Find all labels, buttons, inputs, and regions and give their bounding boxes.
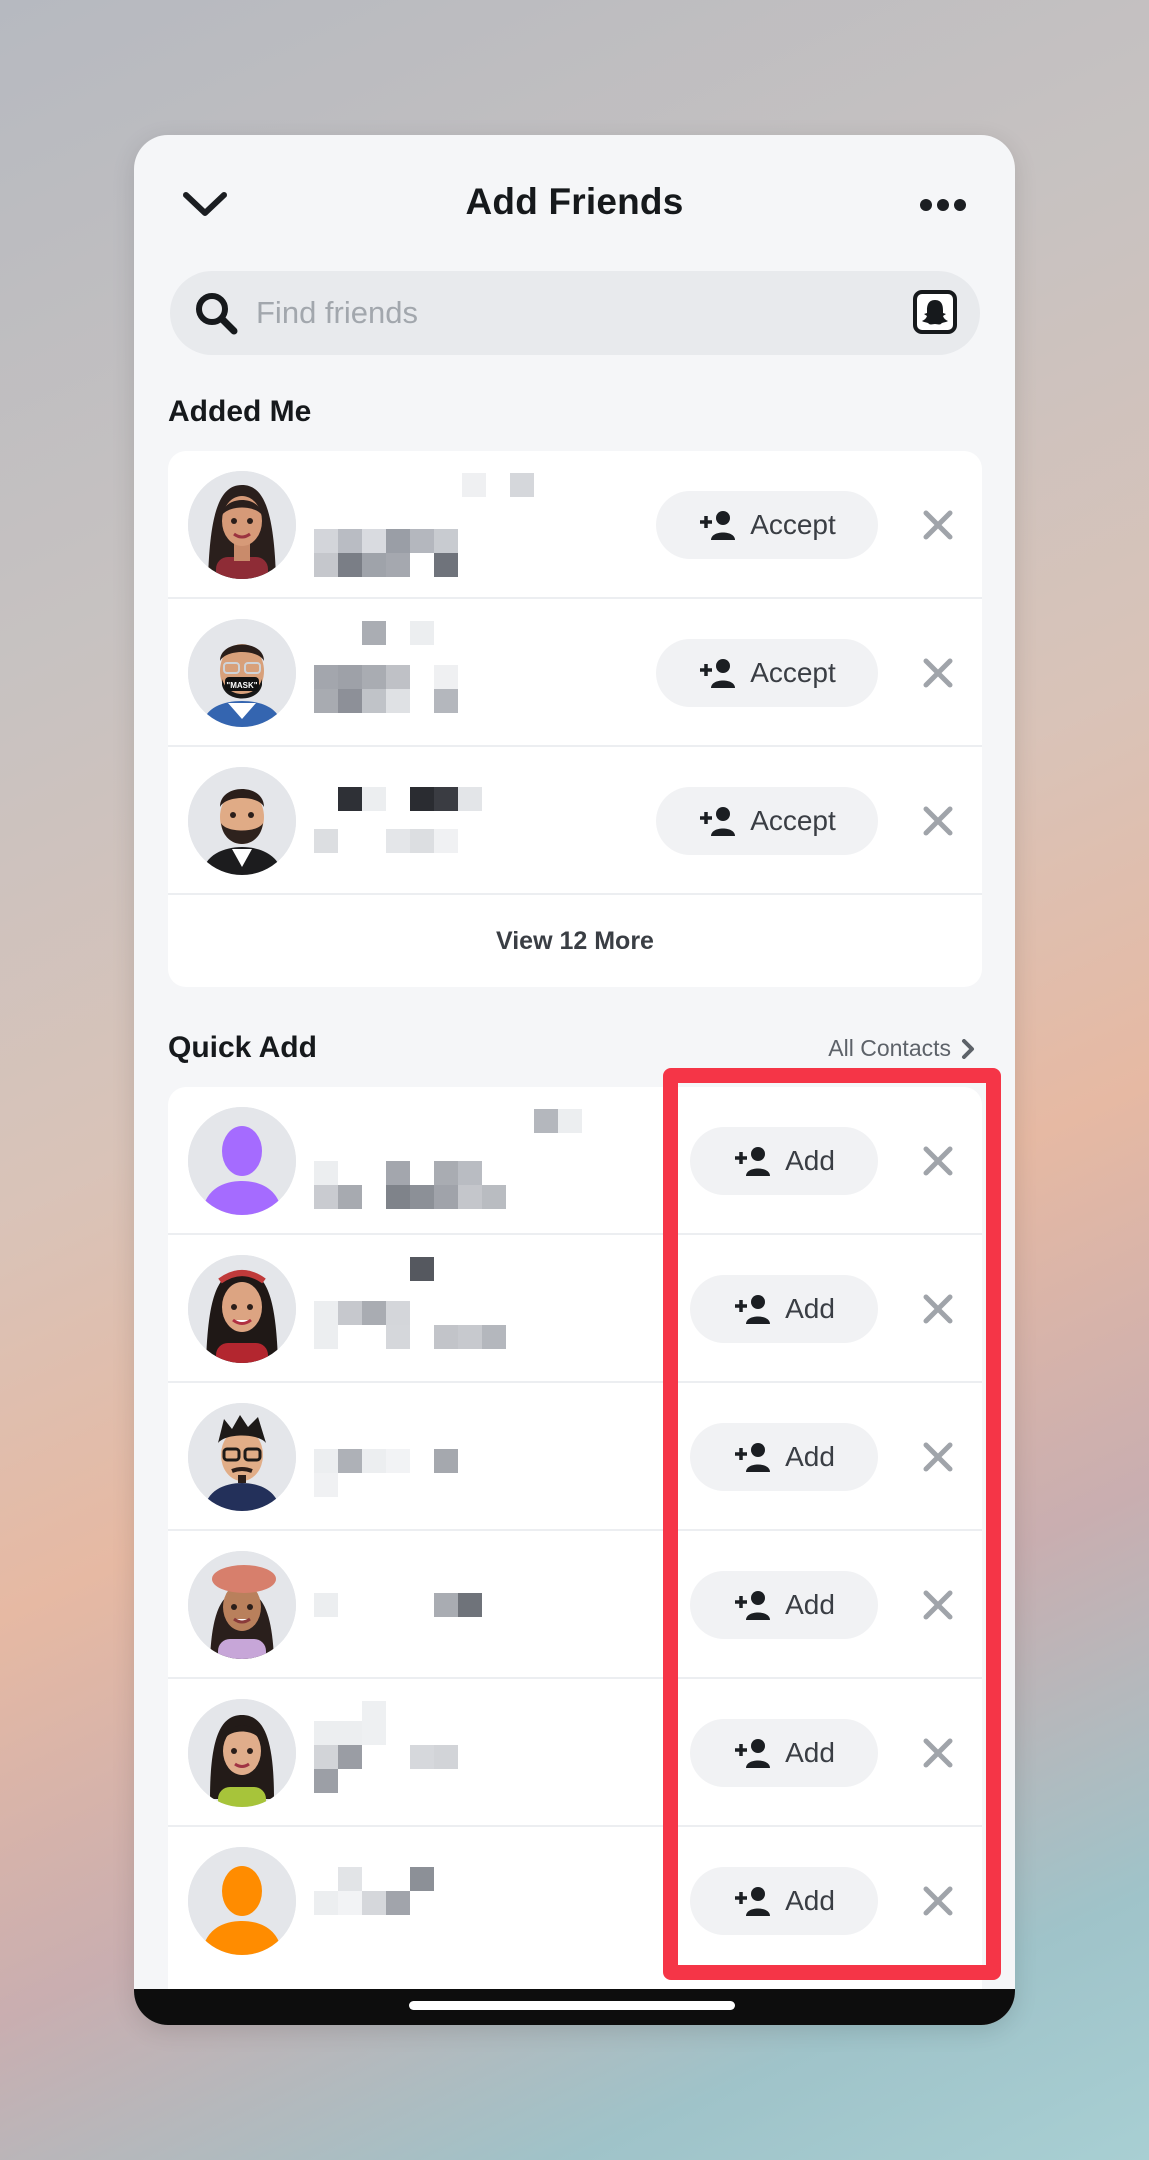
all-contacts-label: All Contacts [828,1035,951,1061]
redacted-name [314,1405,654,1509]
accept-label: Accept [750,509,836,540]
add-label: Add [785,1589,835,1620]
accept-button[interactable]: Accept [656,787,878,855]
list-item: "MASK" Accept [168,599,982,747]
accept-button[interactable]: Accept [656,639,878,707]
added-me-title: Added Me [168,395,312,428]
redacted-name [314,1109,654,1213]
avatar[interactable] [188,1107,296,1215]
more-options-icon[interactable] [919,195,967,215]
accept-label: Accept [750,805,836,836]
add-label: Add [785,1441,835,1472]
avatar[interactable] [188,1255,296,1363]
quick-add-title: Quick Add [168,1031,317,1064]
redacted-name [314,1257,654,1361]
redacted-name [314,621,654,725]
redacted-name [314,1849,654,1953]
accept-label: Accept [750,657,836,688]
quick-add-card: Add Add Add Add Add Add [168,1087,982,2007]
add-button[interactable]: Add [690,1867,878,1935]
add-button[interactable]: Add [690,1275,878,1343]
close-icon[interactable] [922,1145,954,1177]
close-icon[interactable] [922,1441,954,1473]
header: Add Friends [134,135,1015,271]
add-button[interactable]: Add [690,1423,878,1491]
add-friend-icon [735,1147,771,1176]
avatar[interactable] [188,767,296,875]
close-icon[interactable] [922,657,954,689]
add-friends-screen: Add Friends Added Me [134,135,1015,2025]
list-item: Add [168,1827,982,1975]
add-label: Add [785,1885,835,1916]
search-bar[interactable] [170,271,980,355]
search-input[interactable] [256,285,856,341]
avatar[interactable] [188,471,296,579]
avatar[interactable] [188,1551,296,1659]
view-more-button[interactable]: View 12 More [168,895,982,987]
home-indicator-bar [134,1989,1015,2025]
redacted-name [314,1553,654,1657]
svg-text:"MASK": "MASK" [226,681,257,690]
redacted-name [314,473,654,577]
home-indicator[interactable] [409,2001,735,2010]
list-item: Add [168,1383,982,1531]
list-item: Add [168,1235,982,1383]
list-item: Accept [168,451,982,599]
add-friend-icon [735,1739,771,1768]
add-friend-icon [700,659,736,688]
accept-button[interactable]: Accept [656,491,878,559]
list-item: Add [168,1087,982,1235]
close-icon[interactable] [922,1737,954,1769]
redacted-name [314,1701,654,1805]
close-icon[interactable] [922,805,954,837]
chevron-right-icon [962,1038,974,1059]
add-friend-icon [700,511,736,540]
add-button[interactable]: Add [690,1127,878,1195]
snapcode-icon[interactable] [912,289,958,335]
search-icon [196,293,238,335]
add-friend-icon [735,1443,771,1472]
add-friend-icon [700,807,736,836]
all-contacts-link[interactable]: All Contacts [828,1035,975,1062]
redacted-name [314,769,654,873]
add-button[interactable]: Add [690,1571,878,1639]
avatar[interactable] [188,1847,296,1955]
add-friend-icon [735,1591,771,1620]
list-item: Accept [168,747,982,895]
add-label: Add [785,1145,835,1176]
list-item: Add [168,1531,982,1679]
avatar[interactable]: "MASK" [188,619,296,727]
added-me-card: Accept "MASK" Accept Accept View 12 More [168,451,982,987]
add-friend-icon [735,1887,771,1916]
add-friend-icon [735,1295,771,1324]
avatar[interactable] [188,1699,296,1807]
close-icon[interactable] [922,1589,954,1621]
page-title: Add Friends [465,181,684,222]
add-label: Add [785,1293,835,1324]
list-item: Add [168,1679,982,1827]
add-label: Add [785,1737,835,1768]
close-icon[interactable] [922,1885,954,1917]
avatar[interactable] [188,1403,296,1511]
add-button[interactable]: Add [690,1719,878,1787]
close-icon[interactable] [922,509,954,541]
close-icon[interactable] [922,1293,954,1325]
